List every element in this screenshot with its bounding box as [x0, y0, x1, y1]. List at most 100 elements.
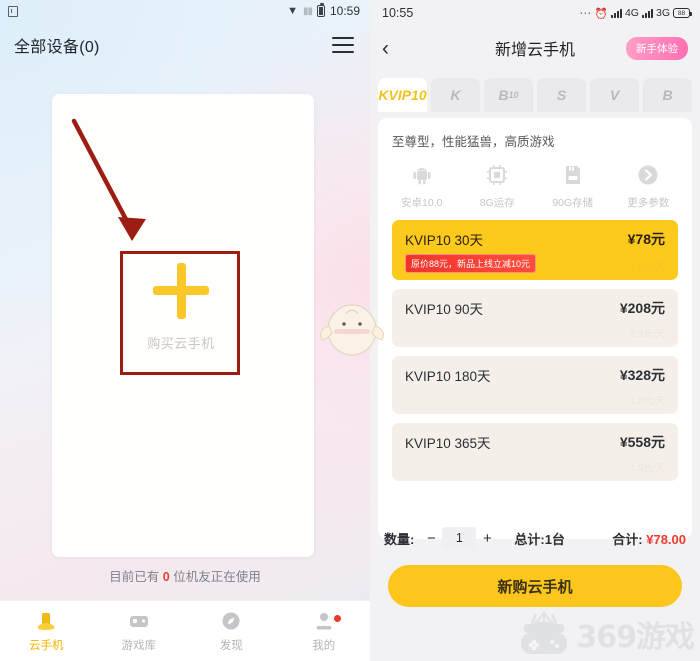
android-icon — [409, 162, 435, 188]
plan-per-day: 2.6元/天 — [630, 262, 665, 273]
right-status-bar: 10:55 ⋯ ⏰ 4G 3G 88 — [370, 0, 700, 26]
quantity-value[interactable]: 1 — [442, 526, 477, 550]
plan-price: ¥78元 — [627, 231, 665, 247]
left-app-bar: 全部设备(0) — [0, 22, 370, 68]
watermark: 369游戏 — [518, 611, 695, 657]
tab-s[interactable]: S — [537, 78, 586, 112]
plan-promo-badge: 原价88元，新品上线立减10元 — [405, 254, 537, 273]
tab-k[interactable]: K — [431, 78, 480, 112]
sidebar-item-label: 我的 — [312, 640, 336, 652]
wifi-icon: ▼ — [287, 4, 298, 17]
plan-price: ¥558元 — [619, 434, 665, 450]
sidebar-item-label: 发现 — [219, 640, 243, 652]
signal-icon-2 — [641, 8, 653, 18]
page-title: 全部设备(0) — [14, 39, 100, 56]
total-units-value: 1台 — [544, 531, 565, 547]
hamburger-line — [332, 43, 354, 47]
network-type-1: 4G — [624, 7, 639, 19]
sidebar-item-cloud-phone[interactable]: 云手机 — [0, 609, 93, 653]
plan-row: KVIP10 90天 ¥208元 — [405, 298, 665, 318]
right-app-bar: ‹ 新增云手机 新手体验 — [370, 26, 700, 70]
tab-label: V — [609, 87, 620, 103]
battery-level: 88 — [677, 9, 686, 17]
tab-kvip10[interactable]: KVIP10 — [378, 78, 427, 112]
network-type-2: 3G — [655, 7, 670, 19]
plan-price: ¥328元 — [619, 367, 665, 383]
plan-name: KVIP10 365天 — [405, 436, 491, 451]
grand-total-label: 合计: — [612, 531, 643, 547]
sidebar-item-profile[interactable]: 我的 — [278, 609, 371, 653]
plan-option-365d[interactable]: KVIP10 365天 ¥558元 1.5元/天 — [392, 423, 678, 481]
plus-icon — [153, 262, 209, 319]
back-chevron-icon[interactable]: ‹ — [382, 38, 406, 59]
add-cloud-phone-label: 购买云手机 — [147, 335, 215, 351]
sidebar-item-game-library[interactable]: 游戏库 — [93, 609, 186, 653]
profile-badge-dot — [334, 615, 341, 622]
spec-label: 安卓10.0 — [401, 197, 443, 209]
right-status-time: 10:55 — [382, 6, 414, 20]
tab-b[interactable]: B — [643, 78, 692, 112]
bottom-tab-bar: 云手机 游戏库 发现 我的 — [0, 600, 370, 661]
chip-icon — [484, 162, 510, 188]
usage-note-suffix: 位机友正在使用 — [169, 570, 261, 584]
plan-option-30d[interactable]: KVIP10 30天 ¥78元 原价88元，新品上线立减10元 2.6元/天 — [392, 220, 678, 280]
hamburger-line — [332, 37, 354, 40]
spec-more[interactable]: 更多参数 — [611, 162, 687, 210]
plan-name: KVIP10 30天 — [405, 233, 484, 248]
tab-v[interactable]: V — [590, 78, 639, 112]
plan-list: KVIP10 30天 ¥78元 原价88元，新品上线立减10元 2.6元/天 K… — [378, 220, 692, 481]
plan-per-day: 2.3元/天 — [630, 329, 665, 340]
quantity-bar: 数量: − 1 + 总计:1台 合计: ¥78.00 — [370, 521, 700, 555]
plan-option-90d[interactable]: KVIP10 90天 ¥208元 2.3元/天 — [392, 289, 678, 347]
alarm-icon: ⏰ — [594, 7, 608, 20]
battery-icon: 88 — [673, 8, 692, 18]
more-dots-icon: ⋯ — [579, 6, 592, 20]
spec-row: 安卓10.0 8G运存 90G存储 更多参数 — [378, 150, 692, 220]
tab-label: B — [498, 87, 509, 103]
signal-icon: ▮▮ — [302, 5, 313, 17]
buy-cloud-phone-button[interactable]: 新购云手机 — [388, 565, 682, 607]
quantity-increment-button[interactable]: + — [476, 530, 498, 547]
left-status-time: 10:59 — [329, 4, 360, 18]
quantity-decrement-button[interactable]: − — [420, 530, 442, 547]
right-status-indicators: ⋯ ⏰ 4G 3G 88 — [579, 6, 692, 20]
plan-row: KVIP10 365天 ¥558元 — [405, 432, 665, 452]
app-notification-icon — [8, 5, 18, 17]
screenshot-root: ▼ ▮▮ 10:59 全部设备(0) 购买云手机 目前已有 0 位机友正在使用 … — [0, 0, 700, 661]
status-indicators: ▼ ▮▮ 10:59 — [287, 3, 360, 18]
add-cloud-phone-button[interactable]: 购买云手机 — [120, 246, 242, 368]
game-library-icon — [127, 609, 150, 632]
plan-name: KVIP10 180天 — [405, 369, 491, 384]
tab-b10[interactable]: B 10 — [484, 78, 533, 112]
plan-name: KVIP10 90天 — [405, 302, 484, 317]
discover-icon — [220, 609, 243, 632]
plan-option-180d[interactable]: KVIP10 180天 ¥328元 1.8元/天 — [392, 356, 678, 414]
spec-label: 90G存储 — [552, 197, 594, 209]
right-phone-screen: 10:55 ⋯ ⏰ 4G 3G 88 ‹ 新增云手机 新手体验 KVIP10 K… — [370, 0, 700, 661]
left-status-bar: ▼ ▮▮ 10:59 — [0, 0, 370, 22]
grand-total-value: ¥78.00 — [646, 531, 686, 547]
storage-icon — [560, 162, 586, 188]
sidebar-item-label: 云手机 — [29, 640, 64, 652]
signal-icon-1 — [610, 8, 622, 18]
grand-total: 合计: ¥78.00 — [612, 529, 686, 548]
newbie-experience-badge[interactable]: 新手体验 — [626, 36, 688, 60]
cloud-phone-icon — [35, 609, 58, 632]
pineapple-gamepad-logo — [521, 611, 568, 654]
left-phone-screen: ▼ ▮▮ 10:59 全部设备(0) 购买云手机 目前已有 0 位机友正在使用 … — [0, 0, 370, 661]
spec-android: 安卓10.0 — [384, 162, 460, 210]
battery-icon — [316, 3, 325, 17]
spec-ram: 8G运存 — [460, 162, 536, 210]
sidebar-item-discover[interactable]: 发现 — [185, 609, 278, 653]
hamburger-icon[interactable] — [332, 37, 354, 53]
arrow-right-circle-icon — [635, 162, 661, 188]
spec-label: 8G运存 — [479, 197, 515, 209]
spec-storage: 90G存储 — [535, 162, 611, 210]
hamburger-line — [332, 50, 354, 53]
plan-price: ¥208元 — [619, 300, 665, 316]
tab-label: KVIP10 — [378, 87, 427, 103]
plan-headline: 至尊型，性能猛兽，高质游戏 — [392, 135, 555, 149]
status-app-icon-group — [8, 5, 18, 17]
tab-label: B — [662, 87, 673, 103]
tab-label: K — [450, 87, 461, 103]
